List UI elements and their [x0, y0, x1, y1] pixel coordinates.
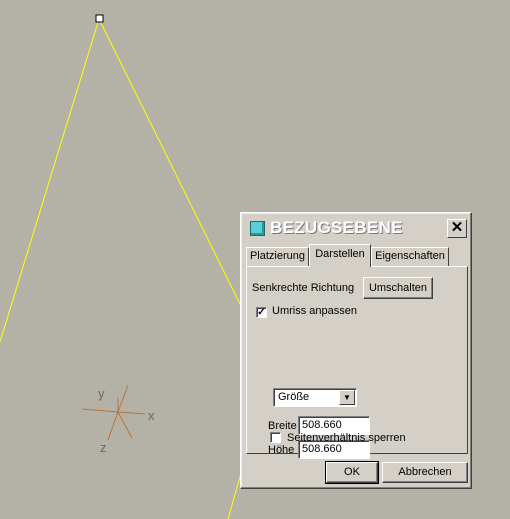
lock-ratio-checkbox[interactable]: [270, 432, 281, 443]
tab-panel-darstellen: Senkrechte Richtung Umschalten ✓ Umriss …: [246, 266, 468, 459]
fit-outline-label: Umriss anpassen: [272, 305, 357, 317]
datum-plane-icon: [250, 221, 265, 236]
datum-plane-dialog: BEZUGSEBENE ✕ Platzierung Darstellen Eig…: [240, 212, 472, 489]
coordinate-axes-icon: [81, 384, 146, 441]
fit-type-value: Größe: [278, 391, 310, 403]
sketch-line-right[interactable]: [98, 18, 243, 309]
tab-platzierung[interactable]: Platzierung: [246, 247, 309, 266]
fit-type-select[interactable]: Größe ▼: [273, 388, 357, 407]
axis-label-y: y: [98, 386, 105, 401]
tab-eigenschaften[interactable]: Eigenschaften: [371, 247, 449, 266]
sketch-line-left[interactable]: [0, 18, 100, 343]
close-icon: ✕: [450, 219, 464, 236]
tab-darstellen[interactable]: Darstellen: [309, 244, 371, 267]
square-handle-icon[interactable]: [95, 14, 104, 23]
ok-button[interactable]: OK: [325, 461, 379, 484]
close-button[interactable]: ✕: [447, 219, 467, 238]
height-label: Höhe: [268, 444, 295, 456]
dialog-title: BEZUGSEBENE: [270, 218, 403, 237]
axis-label-z: z: [100, 440, 107, 455]
fit-outline-checkbox[interactable]: ✓: [256, 307, 267, 318]
width-label: Breite: [268, 420, 297, 432]
chevron-down-icon[interactable]: ▼: [339, 390, 355, 405]
tab-strip: Platzierung Darstellen Eigenschaften: [246, 244, 468, 267]
lock-ratio-label: Seitenverhältnis sperren: [287, 432, 406, 444]
dialog-titlebar[interactable]: BEZUGSEBENE ✕: [244, 216, 468, 242]
normal-direction-label: Senkrechte Richtung: [252, 282, 355, 294]
cancel-button[interactable]: Abbrechen: [382, 462, 468, 483]
flip-button[interactable]: Umschalten: [363, 277, 433, 299]
checkmark-icon: ✓: [257, 307, 266, 318]
axis-label-x: x: [148, 408, 155, 423]
